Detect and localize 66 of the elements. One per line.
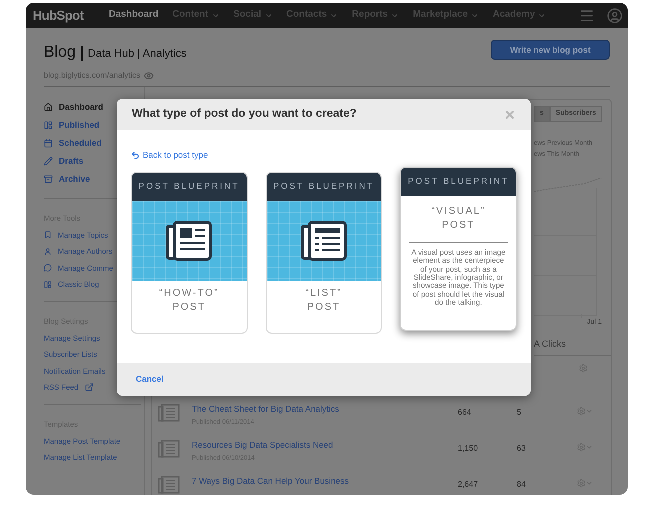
logo[interactable]: HubSpot <box>33 6 103 26</box>
card-title: “LIST” POST <box>306 286 342 315</box>
calendar-icon <box>44 139 53 148</box>
settings-icon <box>577 479 586 488</box>
menu-icon[interactable] <box>579 8 595 24</box>
settings-dropdown[interactable] <box>577 479 593 488</box>
archive-icon <box>44 175 53 184</box>
caret-icon <box>330 12 338 20</box>
clicks-count: 5 <box>517 407 522 419</box>
page-title: Blog <box>44 43 76 63</box>
sidebar-nav-item[interactable]: Published <box>44 119 141 132</box>
card-title: “HOW-TO” POST <box>159 286 220 315</box>
panel-icon <box>44 121 53 130</box>
card-label: POST BLUEPRINT <box>408 175 510 188</box>
page-subtitle: Data Hub | Analytics <box>88 47 187 62</box>
caret-icon <box>586 408 593 415</box>
close-icon[interactable] <box>504 108 516 120</box>
caret-icon <box>471 12 479 20</box>
avatar-icon[interactable] <box>607 8 623 24</box>
panel-icon <box>44 280 52 289</box>
post-icon <box>158 476 180 494</box>
eye-icon[interactable] <box>144 71 154 81</box>
bookmark-icon <box>44 231 52 240</box>
settings-icon[interactable] <box>579 364 588 372</box>
post-type-card[interactable]: POST BLUEPRINT “LIST” POST <box>266 172 382 334</box>
caret-icon <box>391 12 400 20</box>
post-title-link[interactable]: 7 Ways Big Data Can Help Your Business <box>192 475 458 488</box>
speech-bubble-icon <box>44 264 52 272</box>
card-title: “VISUAL” POST <box>432 204 486 233</box>
views-count: 2,647 <box>458 479 480 491</box>
card-label: POST BLUEPRINT <box>138 180 240 194</box>
settings-icon <box>577 407 586 416</box>
post-title-link[interactable]: The Cheat Sheet for Big Data Analytics <box>192 403 458 416</box>
post-title-link[interactable]: Resources Big Data Specialists Need <box>192 439 458 452</box>
cancel-link[interactable]: Cancel <box>136 373 164 386</box>
settings-icon <box>577 443 586 452</box>
caret-icon <box>264 12 273 20</box>
caret-icon <box>212 12 220 20</box>
caret-icon <box>538 12 546 20</box>
post-type-card[interactable] <box>400 166 518 331</box>
document-icon <box>301 220 347 261</box>
title-separator <box>81 46 84 60</box>
settings-dropdown[interactable] <box>577 443 593 452</box>
settings-dropdown[interactable] <box>577 407 593 416</box>
column-heading: A Clicks <box>534 338 611 356</box>
views-count: 664 <box>458 407 472 419</box>
sidebar-nav-item[interactable]: Drafts <box>44 155 141 168</box>
views-count: 1,150 <box>458 443 480 455</box>
caret-icon <box>586 480 593 487</box>
nav-menu-item[interactable]: Dashboard <box>109 8 159 23</box>
post-icon <box>158 440 180 458</box>
write-post-button[interactable]: Write new blog post <box>491 40 610 60</box>
external-link-icon <box>84 383 94 392</box>
card-label: POST BLUEPRINT <box>273 180 375 194</box>
clicks-count: 63 <box>517 443 527 455</box>
person-icon <box>44 248 52 256</box>
sidebar-nav-item[interactable]: Scheduled <box>44 137 141 150</box>
pencil-icon <box>44 157 53 166</box>
home-icon <box>44 103 53 112</box>
post-icon <box>158 404 180 422</box>
clicks-count: 84 <box>517 479 527 491</box>
document-icon <box>166 220 212 261</box>
caret-icon <box>586 444 593 451</box>
dialog-title: What type of post do you want to create? <box>132 106 357 122</box>
post-type-card[interactable]: POST BLUEPRINT “HOW-TO” POST <box>131 172 248 334</box>
back-arrow-icon <box>131 150 140 160</box>
